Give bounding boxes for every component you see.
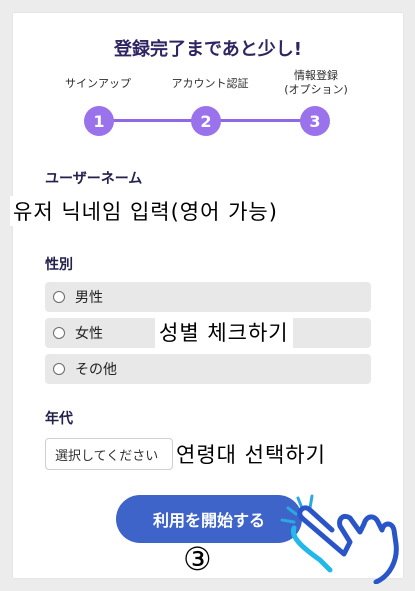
gender-option-label: その他 (75, 362, 117, 378)
radio-circle-icon[interactable] (53, 291, 65, 303)
gender-option-label: 女性 (75, 326, 103, 342)
age-label: 年代 (45, 411, 73, 427)
step-3-label-line2: (オプション) (284, 83, 348, 96)
step-3-label: 情報登録 (オプション) (268, 69, 364, 97)
step-3-label-line1: 情報登録 (294, 69, 338, 82)
age-select[interactable]: 選択してください (45, 438, 173, 470)
gender-option-label: 男性 (75, 290, 103, 306)
start-button-label: 利用を開始する (152, 511, 265, 530)
page-title: 登録完了まであと少し! (113, 39, 303, 60)
step-2-circle: 2 (191, 106, 221, 136)
step-2-label: アカウント認証 (171, 77, 249, 90)
age-annotation: 연령대 선택하기 (173, 439, 329, 469)
pointing-hand-icon (280, 494, 399, 584)
radio-circle-icon[interactable] (53, 363, 65, 375)
username-label: ユーザーネーム (45, 171, 143, 187)
step-marker: ③ (183, 540, 212, 578)
radio-circle-icon[interactable] (53, 327, 65, 339)
age-select-placeholder: 選択してください (55, 448, 159, 464)
step-1-label: サインアップ (65, 77, 131, 90)
gender-label: 性別 (45, 257, 73, 273)
step-1-circle: 1 (84, 106, 114, 136)
gender-option-male[interactable]: 男性 (45, 282, 371, 312)
gender-annotation: 성별 체크하기 (155, 316, 293, 348)
gender-option-other[interactable]: その他 (45, 354, 371, 384)
username-annotation: 유저 닉네임 입력(영어 가능) (10, 196, 281, 226)
step-3-circle: 3 (300, 106, 330, 136)
